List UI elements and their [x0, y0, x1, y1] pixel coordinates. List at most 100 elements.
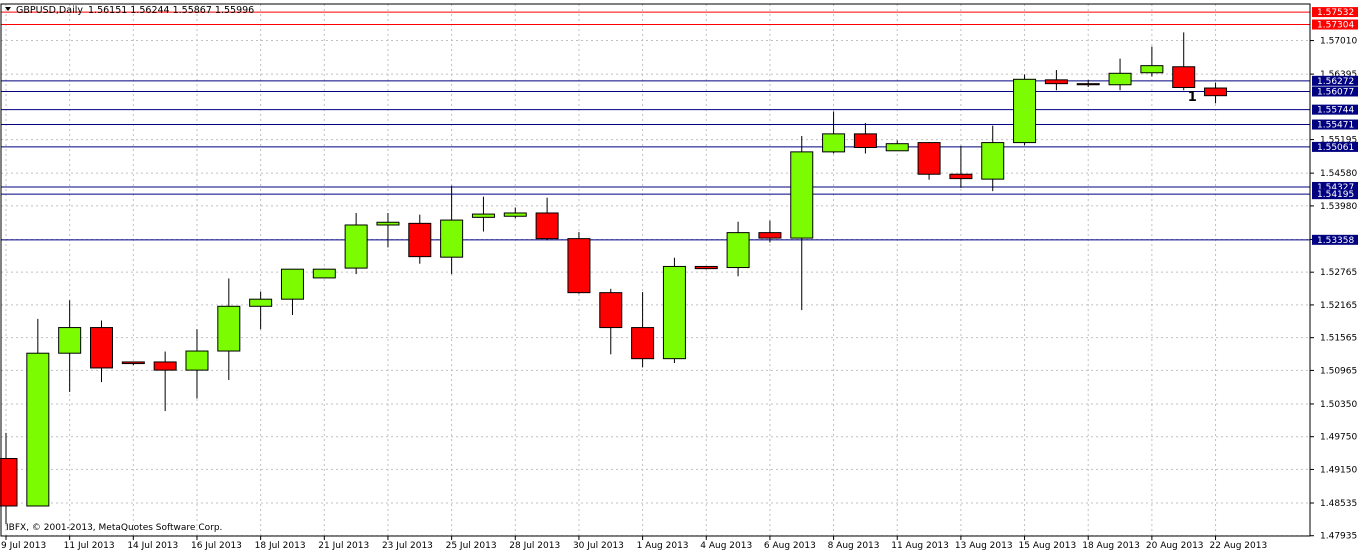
candle — [790, 136, 814, 311]
candle-body-bull — [249, 298, 273, 307]
x-tick-label: 4 Aug 2013 — [700, 541, 752, 551]
candle — [949, 145, 973, 188]
price-level-label: 1.53358 — [1317, 236, 1354, 246]
candle — [280, 268, 304, 316]
annotations: 1 — [1188, 90, 1197, 105]
candle-body-bear — [1204, 87, 1228, 97]
candle — [376, 212, 400, 248]
candle — [885, 140, 909, 152]
candle-body-bear — [917, 142, 941, 175]
x-tick-label: 23 Jul 2013 — [382, 541, 433, 551]
candle — [981, 125, 1005, 192]
price-level-label: 1.55744 — [1317, 106, 1354, 116]
candle — [58, 300, 82, 392]
price-level-label: 1.54195 — [1317, 190, 1354, 200]
candle — [153, 351, 177, 412]
candle — [567, 232, 591, 294]
candle — [503, 207, 527, 219]
candle — [89, 320, 113, 383]
candle-body-bull — [344, 224, 368, 269]
candle — [1140, 46, 1164, 77]
x-tick-label: 6 Aug 2013 — [764, 541, 816, 551]
chart-symbol: GBPUSD,Daily — [16, 5, 83, 16]
x-tick-label: 25 Jul 2013 — [446, 541, 497, 551]
x-tick-label: 18 Aug 2013 — [1082, 541, 1140, 551]
y-tick-label: 1.57010 — [1320, 37, 1357, 47]
candle-body-bear — [599, 292, 623, 329]
candle — [726, 221, 750, 277]
candle-body-bull — [1013, 78, 1037, 144]
candle — [121, 361, 145, 366]
candle-body-bull — [376, 221, 400, 226]
candle — [599, 288, 623, 355]
candle-body-bear — [1076, 83, 1100, 86]
candle-body-bull — [1140, 65, 1164, 74]
x-tick-label: 28 Jul 2013 — [509, 541, 560, 551]
candle-body-bull — [981, 142, 1005, 180]
candle-body-bull — [440, 219, 464, 258]
y-tick-label: 1.51565 — [1320, 334, 1357, 344]
y-tick-label: 1.49150 — [1320, 465, 1357, 475]
x-tick-label: 1 Aug 2013 — [637, 541, 689, 551]
x-tick-label: 15 Aug 2013 — [1019, 541, 1077, 551]
candle-body-bear — [1044, 79, 1068, 85]
chart-ohlc: 1.56151 1.56244 1.55867 1.55996 — [88, 5, 254, 16]
y-tick-label: 1.47935 — [1320, 532, 1357, 542]
y-tick-label: 1.50965 — [1320, 366, 1357, 376]
candle — [0, 432, 18, 524]
x-tick-label: 30 Jul 2013 — [573, 541, 624, 551]
x-tick-label: 8 Aug 2013 — [828, 541, 880, 551]
candle-body-bear — [0, 458, 18, 507]
y-tick-label: 1.48535 — [1320, 499, 1357, 509]
candle — [694, 265, 718, 270]
candle — [471, 196, 495, 232]
candle — [535, 197, 559, 241]
candle — [1044, 70, 1068, 91]
candle — [662, 257, 686, 364]
candle-body-bear — [949, 173, 973, 180]
candle — [631, 292, 655, 368]
candle-body-bear — [1172, 66, 1196, 88]
candle-body-bear — [694, 265, 718, 270]
price-level-label: 1.56272 — [1317, 77, 1354, 87]
candle-body-bear — [758, 232, 782, 239]
x-tick-label: 21 Jul 2013 — [318, 541, 369, 551]
x-tick-label: 18 Jul 2013 — [255, 541, 306, 551]
copyright-text: IBFX, © 2001-2013, MetaQuotes Software C… — [6, 523, 222, 533]
candle-body-bull — [662, 265, 686, 360]
candle — [249, 291, 273, 330]
candle-body-bull — [471, 213, 495, 218]
candle-body-bull — [1108, 72, 1132, 86]
x-tick-label: 9 Jul 2013 — [1, 541, 46, 551]
candle — [26, 318, 50, 507]
candle-body-bull — [26, 352, 50, 507]
candle-body-bull — [790, 151, 814, 239]
candle-body-bull — [726, 232, 750, 269]
candle-body-bull — [312, 268, 336, 279]
candlestick-chart: 1 1.570101.563951.551951.545801.539801.5… — [0, 3, 1358, 551]
candle-body-bear — [89, 327, 113, 369]
y-tick-label: 1.53980 — [1320, 202, 1357, 212]
x-tick-label: 11 Jul 2013 — [64, 541, 115, 551]
candle-body-bull — [503, 212, 527, 217]
candle-body-bear — [631, 327, 655, 360]
candle-body-bear — [153, 361, 177, 371]
price-level-label: 1.55061 — [1317, 143, 1354, 153]
candle-body-bear — [535, 212, 559, 240]
y-tick-label: 1.50350 — [1320, 400, 1357, 410]
x-tick-label: 14 Jul 2013 — [127, 541, 178, 551]
candle — [1013, 74, 1037, 146]
time-axis: 9 Jul 2013 11 Jul 2013 14 Jul 2013 16 Jul 2… — [1, 536, 1267, 551]
candle — [440, 185, 464, 275]
price-level-label: 1.56077 — [1317, 87, 1354, 97]
x-tick-label: 16 Jul 2013 — [191, 541, 242, 551]
y-tick-label: 1.52165 — [1320, 301, 1357, 311]
x-tick-label: 20 Aug 2013 — [1146, 541, 1204, 551]
candle-body-bull — [185, 350, 209, 371]
candle — [1108, 58, 1132, 91]
candle — [408, 214, 432, 264]
y-tick-label: 1.52765 — [1320, 268, 1357, 278]
price-level-label: 1.57532 — [1317, 8, 1354, 18]
candles — [0, 32, 1228, 524]
candle — [853, 122, 877, 154]
